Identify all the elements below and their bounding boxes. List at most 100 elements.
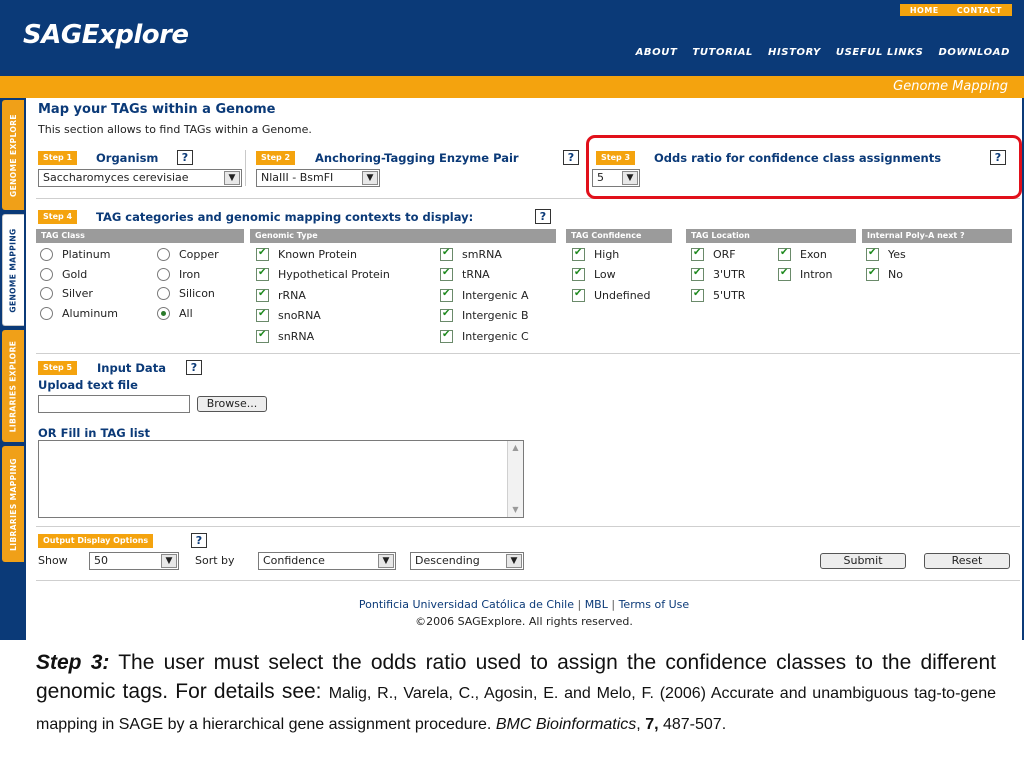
checkbox[interactable] bbox=[691, 288, 704, 302]
check-3utr[interactable]: 3'UTR bbox=[691, 266, 745, 282]
nav-tutorial[interactable]: TUTORIAL bbox=[692, 47, 753, 58]
output-help-button[interactable]: ? bbox=[191, 533, 207, 548]
sort-by-label: Sort by bbox=[195, 554, 235, 567]
upload-file-input[interactable] bbox=[38, 395, 190, 413]
step2-title: Anchoring-Tagging Enzyme Pair bbox=[315, 151, 519, 165]
check-exon[interactable]: Exon bbox=[778, 246, 827, 262]
checkbox[interactable] bbox=[572, 267, 585, 281]
step1-help-button[interactable]: ? bbox=[177, 150, 193, 165]
radio-all[interactable]: All bbox=[157, 305, 193, 321]
reset-button[interactable]: Reset bbox=[924, 553, 1010, 569]
nav-download[interactable]: DOWNLOAD bbox=[938, 47, 1010, 58]
nav-about[interactable]: ABOUT bbox=[636, 47, 678, 58]
tab-libraries-mapping[interactable]: LIBRARIES MAPPING bbox=[2, 446, 24, 562]
checkbox[interactable] bbox=[866, 247, 879, 261]
scroll-down-icon[interactable]: ▼ bbox=[508, 503, 523, 517]
check-known-protein[interactable]: Known Protein bbox=[256, 246, 357, 262]
sort-order-select[interactable]: Descending ▼ bbox=[410, 552, 524, 570]
checkbox[interactable] bbox=[691, 247, 704, 261]
checkbox[interactable] bbox=[866, 267, 879, 281]
radio-silicon[interactable]: Silicon bbox=[157, 285, 215, 301]
check-snrna[interactable]: snRNA bbox=[256, 328, 314, 344]
check-hypothetical-protein[interactable]: Hypothetical Protein bbox=[256, 266, 390, 282]
nav-history[interactable]: HISTORY bbox=[768, 47, 821, 58]
top-links: HOME CONTACT bbox=[899, 4, 1012, 16]
checkbox[interactable] bbox=[778, 267, 791, 281]
step2-help-button[interactable]: ? bbox=[563, 150, 579, 165]
check-snorna[interactable]: snoRNA bbox=[256, 307, 321, 323]
show-count-value: 50 bbox=[94, 554, 108, 567]
tag-confidence-header: TAG Confidence bbox=[566, 229, 672, 243]
radio-platinum[interactable]: Platinum bbox=[40, 246, 110, 262]
section-titlebar: Genome Mapping bbox=[0, 76, 1024, 98]
checkbox[interactable] bbox=[691, 267, 704, 281]
enzyme-pair-select[interactable]: NlaIII - BsmFI ▼ bbox=[256, 169, 380, 187]
check-intergenic-c[interactable]: Intergenic C bbox=[440, 328, 529, 344]
footer-copyright: ©2006 SAGExplore. All rights reserved. bbox=[415, 615, 633, 628]
contact-link[interactable]: CONTACT bbox=[957, 6, 1002, 15]
sort-by-select[interactable]: Confidence ▼ bbox=[258, 552, 396, 570]
radio-iron[interactable]: Iron bbox=[157, 266, 200, 282]
checkbox[interactable] bbox=[778, 247, 791, 261]
show-count-select[interactable]: 50 ▼ bbox=[89, 552, 179, 570]
checkbox[interactable] bbox=[256, 329, 269, 343]
check-rrna[interactable]: rRNA bbox=[256, 287, 306, 303]
radio-aluminum[interactable]: Aluminum bbox=[40, 305, 118, 321]
home-link[interactable]: HOME bbox=[910, 6, 939, 15]
radio-button[interactable] bbox=[40, 267, 53, 281]
check-intergenic-b[interactable]: Intergenic B bbox=[440, 307, 529, 323]
tab-libraries-explore[interactable]: LIBRARIES EXPLORE bbox=[2, 330, 24, 442]
checkbox[interactable] bbox=[440, 288, 453, 302]
checkbox[interactable] bbox=[256, 247, 269, 261]
checkbox[interactable] bbox=[572, 288, 585, 302]
radio-silver[interactable]: Silver bbox=[40, 285, 93, 301]
checkbox[interactable] bbox=[440, 267, 453, 281]
radio-copper[interactable]: Copper bbox=[157, 246, 219, 262]
radio-button-selected[interactable] bbox=[157, 306, 170, 320]
browse-button[interactable]: Browse... bbox=[197, 396, 267, 412]
radio-button[interactable] bbox=[40, 286, 53, 300]
checkbox[interactable] bbox=[572, 247, 585, 261]
check-orf[interactable]: ORF bbox=[691, 246, 736, 262]
checkbox[interactable] bbox=[440, 308, 453, 322]
scroll-up-icon[interactable]: ▲ bbox=[508, 441, 523, 455]
step5-help-button[interactable]: ? bbox=[186, 360, 202, 375]
site-logo[interactable]: SAGExplore bbox=[23, 20, 189, 50]
nav-useful-links[interactable]: USEFUL LINKS bbox=[836, 47, 924, 58]
check-high[interactable]: High bbox=[572, 246, 619, 262]
checkbox[interactable] bbox=[256, 288, 269, 302]
checkbox[interactable] bbox=[440, 247, 453, 261]
radio-button[interactable] bbox=[40, 306, 53, 320]
radio-button[interactable] bbox=[157, 247, 170, 261]
tab-genome-mapping[interactable]: GENOME MAPPING bbox=[2, 214, 24, 326]
checkbox[interactable] bbox=[256, 308, 269, 322]
step4-help-button[interactable]: ? bbox=[535, 209, 551, 224]
check-undefined[interactable]: Undefined bbox=[572, 287, 650, 303]
check-low[interactable]: Low bbox=[572, 266, 616, 282]
tab-genome-explore[interactable]: GENOME EXPLORE bbox=[2, 100, 24, 210]
organism-select[interactable]: Saccharomyces cerevisiae ▼ bbox=[38, 169, 242, 187]
tag-list-textarea[interactable]: ▲ ▼ bbox=[38, 440, 524, 518]
footer-link-terms[interactable]: Terms of Use bbox=[619, 598, 690, 611]
radio-gold[interactable]: Gold bbox=[40, 266, 87, 282]
check-polya-yes[interactable]: Yes bbox=[866, 246, 906, 262]
submit-button[interactable]: Submit bbox=[820, 553, 906, 569]
check-smrna[interactable]: smRNA bbox=[440, 246, 502, 262]
check-intron[interactable]: Intron bbox=[778, 266, 833, 282]
footer-link-mbl[interactable]: MBL bbox=[585, 598, 608, 611]
check-intergenic-a[interactable]: Intergenic A bbox=[440, 287, 528, 303]
check-trna[interactable]: tRNA bbox=[440, 266, 490, 282]
radio-button[interactable] bbox=[157, 286, 170, 300]
footer-link-puc[interactable]: Pontificia Universidad Católica de Chile bbox=[359, 598, 574, 611]
check-5utr[interactable]: 5'UTR bbox=[691, 287, 745, 303]
radio-button[interactable] bbox=[157, 267, 170, 281]
divider bbox=[245, 150, 246, 186]
textarea-scrollbar[interactable]: ▲ ▼ bbox=[507, 441, 523, 517]
output-options-badge: Output Display Options bbox=[38, 534, 154, 548]
radio-button[interactable] bbox=[40, 247, 53, 261]
check-polya-no[interactable]: No bbox=[866, 266, 903, 282]
checkbox[interactable] bbox=[256, 267, 269, 281]
checkbox[interactable] bbox=[440, 329, 453, 343]
upload-label: Upload text file bbox=[38, 378, 138, 392]
divider bbox=[36, 580, 1020, 581]
